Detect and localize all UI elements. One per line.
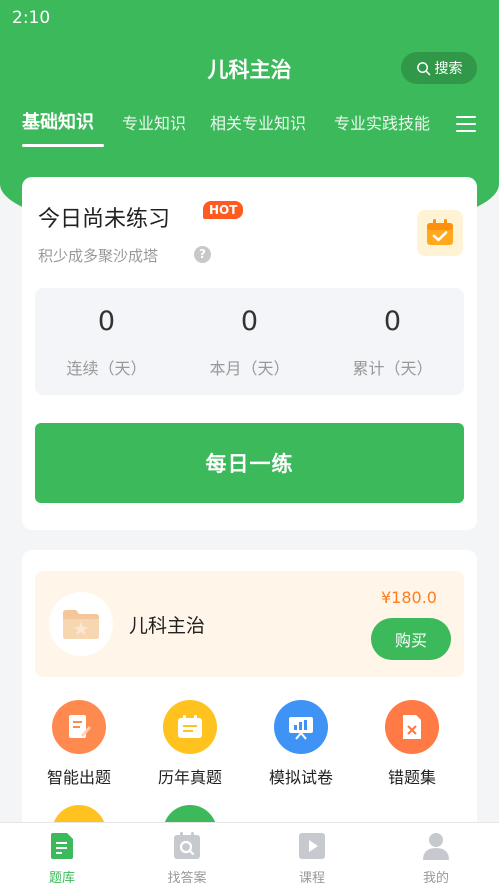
product-price: ¥180.0 bbox=[381, 588, 437, 607]
product-banner[interactable]: 儿科主治 ¥180.0 购买 bbox=[35, 571, 464, 677]
search-icon bbox=[416, 61, 430, 75]
help-icon[interactable]: ? bbox=[194, 246, 211, 263]
nav-course[interactable]: 课程 bbox=[262, 831, 362, 886]
menu-icon[interactable] bbox=[456, 116, 476, 134]
search-button[interactable]: 搜索 bbox=[401, 52, 477, 84]
tab-professional-knowledge[interactable]: 专业知识 bbox=[122, 110, 186, 134]
hot-badge: HOT bbox=[203, 201, 244, 219]
past-exam-icon bbox=[163, 700, 217, 754]
practice-subtitle: 积少成多聚沙成塔 bbox=[38, 247, 159, 265]
feature-smart-question[interactable]: 智能出题 bbox=[29, 700, 129, 788]
stat-label: 累计（天） bbox=[352, 359, 433, 378]
folder-icon bbox=[49, 592, 113, 656]
feature-label: 智能出题 bbox=[46, 768, 111, 787]
smart-question-icon bbox=[52, 700, 106, 754]
stat-total: 0 累计（天） bbox=[321, 288, 464, 379]
bottom-nav: 题库 找答案 课程 我的 bbox=[0, 822, 499, 893]
question-bank-icon bbox=[47, 831, 77, 861]
mock-exam-icon bbox=[274, 700, 328, 754]
nav-label: 找答案 bbox=[167, 871, 207, 886]
wrong-questions-icon bbox=[385, 700, 439, 754]
stat-label: 连续（天） bbox=[66, 359, 147, 378]
feature-label: 历年真题 bbox=[157, 768, 222, 787]
nav-profile[interactable]: 我的 bbox=[386, 831, 486, 886]
buy-button[interactable]: 购买 bbox=[371, 618, 451, 660]
feature-past-exam[interactable]: 历年真题 bbox=[140, 700, 240, 788]
search-label: 搜索 bbox=[434, 61, 463, 77]
course-card: 儿科主治 ¥180.0 购买 智能出题 历年真题 模拟试卷 错题集 bbox=[22, 550, 477, 859]
status-time: 2:10 bbox=[12, 8, 51, 28]
tab-practice-skills[interactable]: 专业实践技能 bbox=[334, 110, 430, 134]
daily-practice-button[interactable]: 每日一练 bbox=[35, 423, 464, 503]
tab-related-knowledge[interactable]: 相关专业知识 bbox=[210, 110, 306, 134]
status-bar: 2:10 bbox=[0, 0, 499, 34]
practice-title: 今日尚未练习 bbox=[38, 207, 171, 232]
practice-stats: 0 连续（天） 0 本月（天） 0 累计（天） bbox=[35, 288, 464, 395]
tab-basic-knowledge[interactable]: 基础知识 bbox=[22, 108, 94, 134]
category-tabs: 基础知识 专业知识 相关专业知识 专业实践技能 bbox=[0, 110, 499, 146]
stat-value: 0 bbox=[383, 306, 402, 337]
calendar-icon[interactable] bbox=[417, 210, 463, 256]
find-answer-icon bbox=[172, 831, 202, 861]
feature-label: 模拟试卷 bbox=[268, 768, 333, 787]
course-icon bbox=[297, 831, 327, 861]
feature-label: 错题集 bbox=[387, 768, 436, 787]
feature-wrong-questions[interactable]: 错题集 bbox=[362, 700, 462, 788]
nav-find-answer[interactable]: 找答案 bbox=[137, 831, 237, 886]
nav-question-bank[interactable]: 题库 bbox=[12, 831, 112, 886]
stat-label: 本月（天） bbox=[209, 359, 290, 378]
tab-active-indicator bbox=[22, 144, 104, 147]
stat-month: 0 本月（天） bbox=[178, 288, 321, 379]
profile-icon bbox=[421, 831, 451, 861]
nav-label: 我的 bbox=[422, 871, 449, 886]
stat-value: 0 bbox=[97, 306, 116, 337]
nav-label: 课程 bbox=[298, 871, 325, 886]
practice-card: 今日尚未练习 HOT 积少成多聚沙成塔 ? 0 连续（天） 0 本月（天） 0 … bbox=[22, 177, 477, 530]
feature-mock-exam[interactable]: 模拟试卷 bbox=[251, 700, 351, 788]
stat-consecutive: 0 连续（天） bbox=[35, 288, 178, 379]
nav-label: 题库 bbox=[48, 871, 75, 886]
stat-value: 0 bbox=[240, 306, 259, 337]
product-name: 儿科主治 bbox=[129, 615, 206, 637]
